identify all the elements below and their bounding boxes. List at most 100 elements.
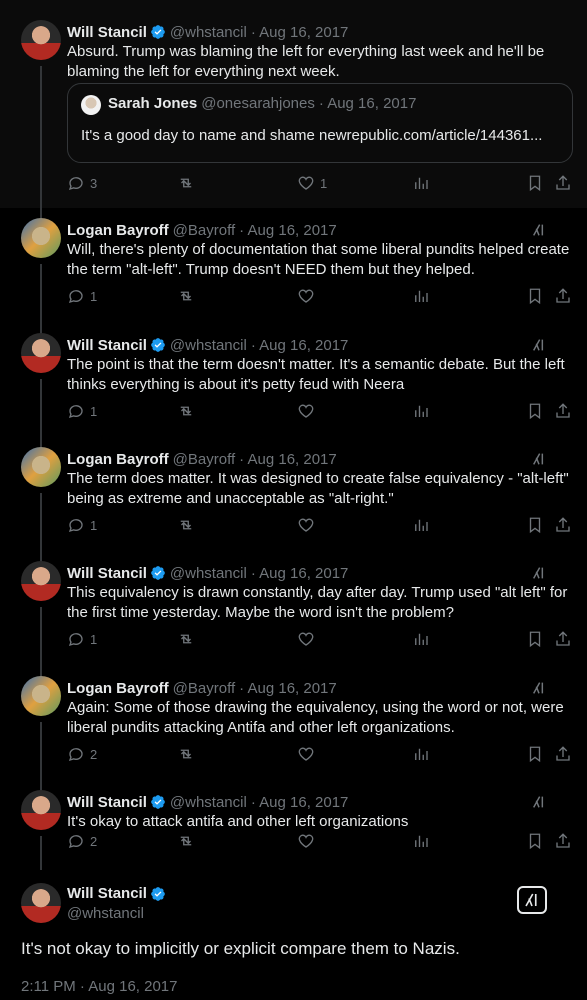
main-tweet-name[interactable]: Will Stancil (67, 885, 147, 902)
reply-button[interactable]: 1 (67, 287, 97, 305)
bookmark-button[interactable] (526, 402, 544, 420)
reply-button[interactable]: 3 (67, 174, 97, 192)
author-name[interactable]: Will Stancil (67, 337, 147, 354)
views-button[interactable] (412, 174, 430, 192)
quoted-author-name[interactable]: Sarah Jones (108, 95, 197, 112)
like-button[interactable] (297, 832, 320, 850)
reply-icon (68, 633, 83, 647)
tweet-header: Logan Bayroff @Bayroff · Aug 16, 2017 (67, 449, 337, 469)
grok-icon[interactable] (531, 222, 547, 238)
reply-button[interactable]: 2 (67, 745, 97, 763)
author-handle[interactable]: @whstancil (170, 24, 247, 41)
reply-button[interactable]: 1 (67, 630, 97, 648)
logan-avatar[interactable] (21, 447, 61, 487)
quoted-author-handle[interactable]: @onesarahjones (201, 95, 315, 112)
author-handle[interactable]: @Bayroff (173, 222, 235, 239)
share-button[interactable] (554, 402, 572, 420)
grok-icon[interactable] (531, 680, 547, 696)
grok-icon[interactable] (531, 794, 547, 810)
grok-icon[interactable] (517, 886, 547, 914)
share-button[interactable] (554, 174, 572, 192)
verified-badge-icon (151, 795, 165, 809)
heart-icon (298, 404, 314, 418)
retweet-button[interactable] (177, 402, 195, 420)
main-tweet-author[interactable]: Will Stancil (67, 885, 166, 902)
like-button[interactable] (297, 516, 320, 534)
views-button[interactable] (412, 832, 430, 850)
heart-icon (298, 176, 314, 190)
retweet-button[interactable] (177, 174, 195, 192)
grok-icon[interactable] (531, 451, 547, 467)
retweet-button[interactable] (177, 832, 195, 850)
bookmark-button[interactable] (526, 630, 544, 648)
quoted-tweet-date[interactable]: · Aug 16, 2017 (319, 95, 417, 112)
like-button[interactable] (297, 630, 320, 648)
tweet-date[interactable]: · Aug 16, 2017 (251, 337, 349, 354)
like-button[interactable] (297, 402, 320, 420)
reply-button[interactable]: 1 (67, 402, 97, 420)
retweet-icon (180, 749, 192, 759)
author-name[interactable]: Will Stancil (67, 565, 147, 582)
author-name[interactable]: Will Stancil (67, 794, 147, 811)
quoted-tweet[interactable]: Sarah Jones @onesarahjones · Aug 16, 2017 I… (67, 83, 573, 163)
grok-icon[interactable] (531, 565, 547, 581)
heart-icon (298, 632, 314, 646)
author-name[interactable]: Will Stancil (67, 24, 147, 41)
will-avatar[interactable] (21, 561, 61, 601)
bookmark-button[interactable] (526, 832, 544, 850)
retweet-button[interactable] (177, 516, 195, 534)
will-avatar[interactable] (21, 333, 61, 373)
retweet-button[interactable] (177, 287, 195, 305)
author-name[interactable]: Logan Bayroff (67, 451, 169, 468)
main-tweet-handle[interactable]: @whstancil (67, 905, 144, 922)
tweet-date[interactable]: · Aug 16, 2017 (251, 565, 349, 582)
reply-button[interactable]: 1 (67, 516, 97, 534)
tweet-date[interactable]: · Aug 16, 2017 (251, 794, 349, 811)
views-button[interactable] (412, 287, 430, 305)
bookmark-button[interactable] (526, 287, 544, 305)
views-button[interactable] (412, 745, 430, 763)
reply-button[interactable]: 2 (67, 832, 97, 850)
will-avatar[interactable] (21, 20, 61, 60)
will-avatar[interactable] (21, 790, 61, 830)
tweet-date[interactable]: · Aug 16, 2017 (239, 680, 337, 697)
tweet-date[interactable]: · Aug 16, 2017 (251, 24, 349, 41)
retweet-button[interactable] (177, 630, 195, 648)
author-handle[interactable]: @whstancil (170, 337, 247, 354)
main-tweet-avatar[interactable] (21, 883, 61, 923)
verified-badge-icon (151, 566, 165, 580)
author-name[interactable]: Logan Bayroff (67, 680, 169, 697)
views-button[interactable] (412, 516, 430, 534)
like-button[interactable] (297, 287, 320, 305)
bookmark-button[interactable] (526, 174, 544, 192)
share-button[interactable] (554, 832, 572, 850)
tweet-text: It's okay to attack antifa and other lef… (67, 813, 409, 830)
share-button[interactable] (554, 745, 572, 763)
retweet-button[interactable] (177, 745, 195, 763)
tweet-actions: 1 (67, 287, 572, 307)
quoted-author-avatar[interactable] (81, 95, 101, 115)
tweet-date[interactable]: · Aug 16, 2017 (239, 222, 337, 239)
share-button[interactable] (554, 516, 572, 534)
author-handle[interactable]: @whstancil (170, 794, 247, 811)
views-button[interactable] (412, 630, 430, 648)
bookmark-button[interactable] (526, 745, 544, 763)
main-tweet-timestamp[interactable]: 2:11 PM · Aug 16, 2017 (21, 978, 178, 995)
author-name[interactable]: Logan Bayroff (67, 222, 169, 239)
tweet-date[interactable]: · Aug 16, 2017 (239, 451, 337, 468)
logan-avatar[interactable] (21, 676, 61, 716)
bookmark-icon (529, 746, 541, 763)
logan-avatar[interactable] (21, 218, 61, 258)
share-button[interactable] (554, 630, 572, 648)
reply-count: 1 (90, 517, 98, 533)
author-handle[interactable]: @Bayroff (173, 451, 235, 468)
author-handle[interactable]: @whstancil (170, 565, 247, 582)
author-handle[interactable]: @Bayroff (173, 680, 235, 697)
share-button[interactable] (554, 287, 572, 305)
views-button[interactable] (412, 402, 430, 420)
bookmark-icon (529, 175, 541, 192)
like-button[interactable] (297, 745, 320, 763)
bookmark-button[interactable] (526, 516, 544, 534)
grok-icon[interactable] (531, 337, 547, 353)
like-button[interactable]: 1 (297, 174, 327, 192)
